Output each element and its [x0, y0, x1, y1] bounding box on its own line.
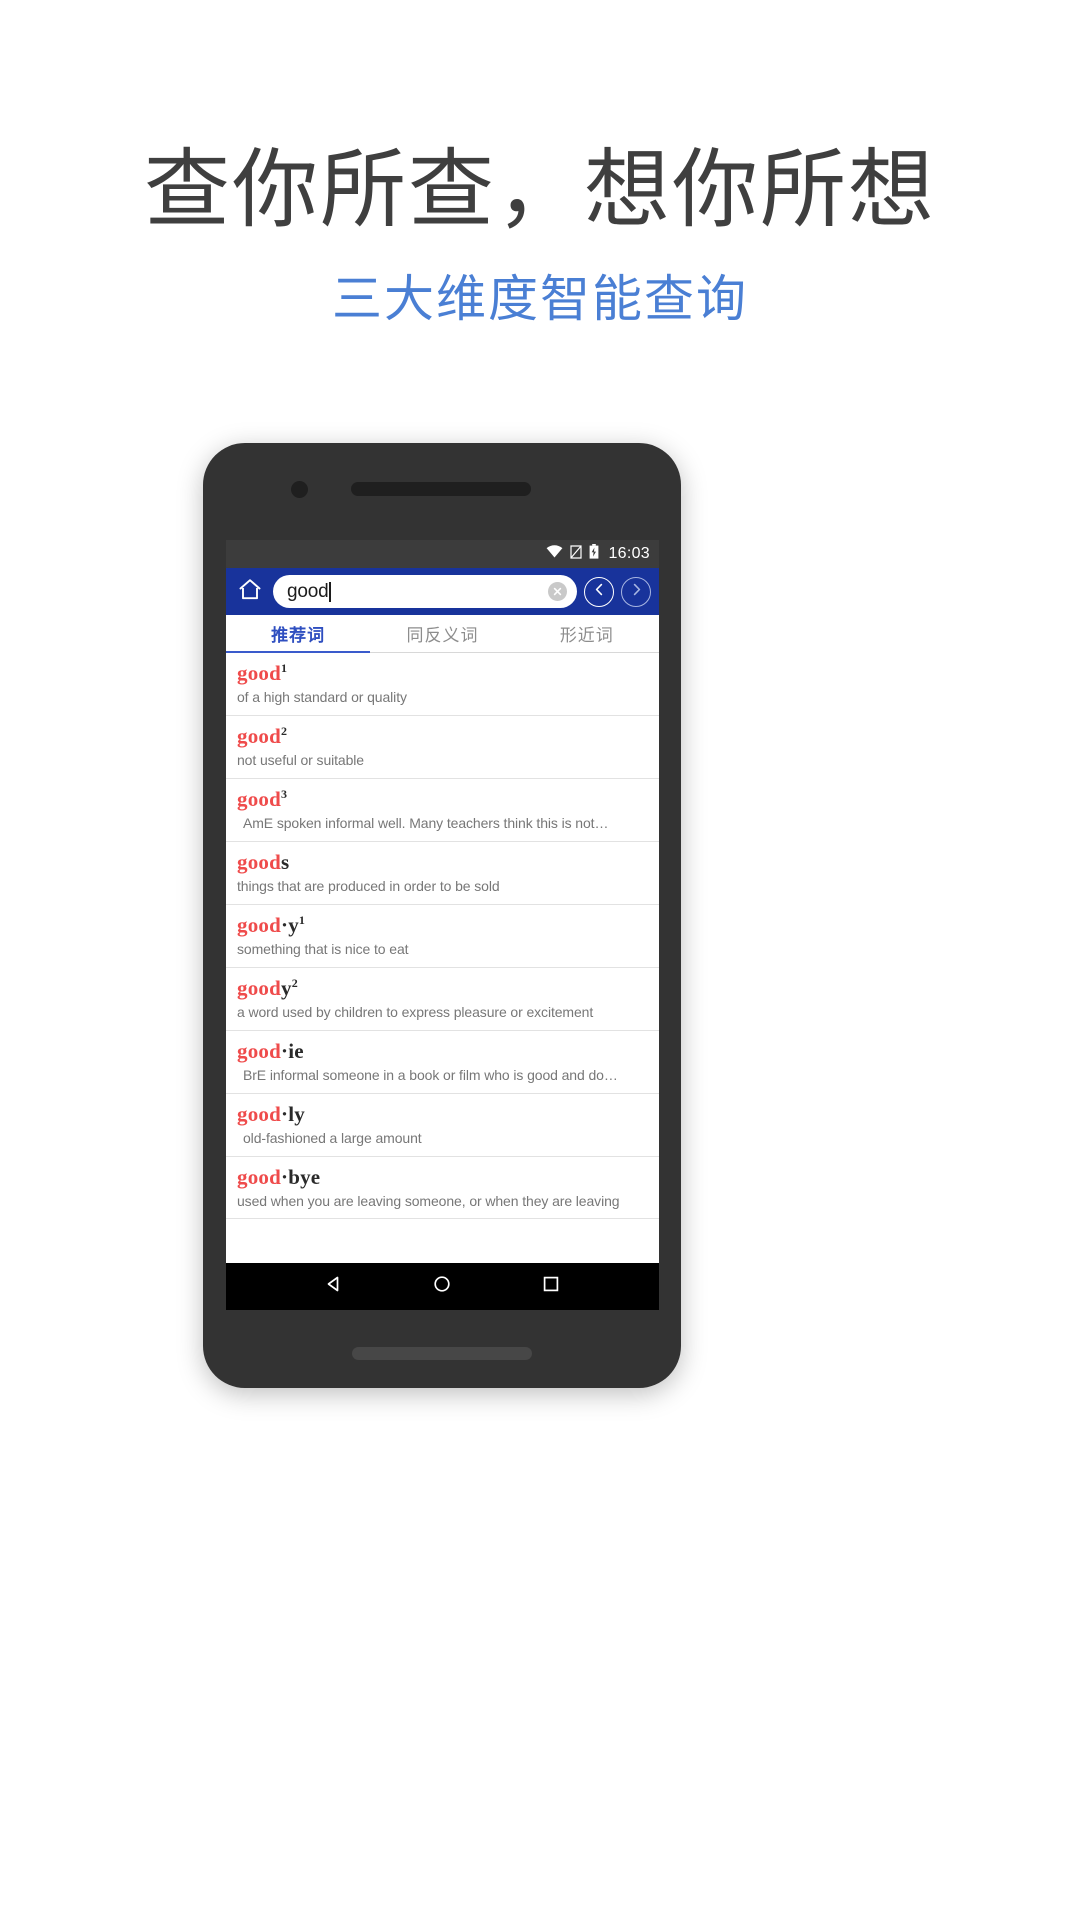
chevron-left-icon — [593, 583, 606, 601]
text-caret — [329, 581, 332, 602]
entry-definition: not useful or suitable — [237, 752, 364, 769]
entry-headword: good·y1 — [237, 913, 648, 937]
entry-definition: something that is nice to eat — [237, 940, 409, 957]
entry-sense-number: 2 — [291, 975, 298, 990]
list-item[interactable]: good3 AmE spoken informal well. Many tea… — [226, 779, 659, 842]
phone-screen: 16:03 good 推荐词 同反义词 形近词 good1 of a high … — [226, 540, 659, 1310]
square-recents-icon[interactable] — [541, 1274, 561, 1299]
triangle-back-icon[interactable] — [324, 1274, 344, 1299]
entry-headword: good·ie — [237, 1039, 648, 1063]
entry-match-prefix: good — [237, 786, 281, 811]
clear-search-button[interactable] — [548, 582, 567, 601]
entry-definition: things that are produced in order to be … — [237, 877, 500, 894]
entry-headword: good1 — [237, 661, 648, 685]
list-item[interactable]: good·bye used when you are leaving someo… — [226, 1157, 659, 1220]
entry-match-prefix: good — [237, 723, 281, 748]
list-item[interactable]: good1 of a high standard or quality — [226, 653, 659, 716]
list-item[interactable]: goods things that are produced in order … — [226, 842, 659, 905]
entry-match-prefix: good — [237, 975, 281, 1000]
phone-mockup: 16:03 good 推荐词 同反义词 形近词 good1 of a high … — [203, 443, 681, 1388]
android-navigation-bar — [226, 1263, 659, 1310]
status-bar: 16:03 — [226, 540, 659, 568]
entry-rest: ·bye — [280, 1164, 321, 1189]
home-button[interactable] — [234, 576, 266, 608]
list-item[interactable]: good·ie BrE informal someone in a book o… — [226, 1031, 659, 1094]
entry-match-prefix: good — [237, 912, 281, 937]
list-item[interactable]: good2 not useful or suitable — [226, 716, 659, 779]
page-headline: 查你所查，想你所想 — [144, 142, 936, 238]
entry-rest: s — [280, 849, 290, 874]
wifi-icon — [546, 545, 563, 563]
front-camera-icon — [291, 481, 308, 498]
circle-home-icon[interactable] — [432, 1274, 452, 1299]
entry-definition: of a high standard or quality — [237, 689, 407, 706]
history-back-button[interactable] — [584, 576, 614, 607]
entry-rest: ·ly — [280, 1101, 305, 1126]
result-tabs: 推荐词 同反义词 形近词 — [226, 615, 659, 653]
close-icon — [553, 587, 562, 596]
phone-chin-bar — [352, 1347, 532, 1360]
entry-rest: y — [280, 975, 292, 1000]
battery-icon — [589, 544, 599, 564]
entry-match-prefix: good — [237, 1101, 281, 1126]
search-input-value: good — [287, 580, 329, 602]
entry-match-prefix: good — [237, 1164, 281, 1189]
entry-headword: good2 — [237, 724, 648, 748]
sim-icon — [570, 544, 583, 564]
entry-sense-number: 2 — [280, 723, 288, 738]
entry-sense-number: 1 — [298, 912, 306, 927]
entry-definition: a word used by children to express pleas… — [237, 1003, 594, 1020]
tab-recommended[interactable]: 推荐词 — [226, 615, 371, 653]
status-bar-clock: 16:03 — [608, 545, 650, 562]
tab-synonyms-antonyms[interactable]: 同反义词 — [370, 615, 514, 652]
entry-headword: goody2 — [237, 976, 648, 1000]
entry-headword: good·ly — [237, 1102, 648, 1126]
entry-definition: AmE spoken informal well. Many teachers … — [243, 815, 609, 832]
entry-headword: good3 — [237, 787, 648, 811]
home-icon — [238, 578, 262, 606]
entry-definition: old-fashioned a large amount — [243, 1129, 422, 1146]
entry-definition: used when you are leaving someone, or wh… — [237, 1192, 620, 1209]
search-bar: good — [226, 568, 659, 615]
history-forward-button[interactable] — [621, 576, 651, 607]
search-input[interactable]: good — [273, 575, 577, 608]
entry-rest: ·ie — [280, 1038, 304, 1063]
entry-match-prefix: good — [237, 1038, 281, 1063]
list-item[interactable]: good·ly old-fashioned a large amount — [226, 1094, 659, 1157]
entry-definition: BrE informal someone in a book or film w… — [243, 1066, 618, 1083]
entry-sense-number: 3 — [280, 786, 288, 801]
promo-page: 查你所查，想你所想 三大维度智能查询 16:03 good 推荐词 同反义词 形… — [0, 0, 1080, 1920]
entry-headword: goods — [237, 850, 648, 874]
entry-match-prefix: good — [237, 849, 281, 874]
earpiece-speaker — [351, 482, 531, 496]
chevron-right-icon — [630, 583, 643, 601]
entry-sense-number: 1 — [280, 661, 288, 675]
entry-headword: good·bye — [237, 1165, 648, 1189]
page-subheadline: 三大维度智能查询 — [332, 271, 748, 327]
entry-match-prefix: good — [237, 661, 281, 685]
result-list: good1 of a high standard or quality good… — [226, 653, 659, 1220]
entry-rest: ·y — [280, 912, 299, 937]
list-item[interactable]: good·y1 something that is nice to eat — [226, 905, 659, 968]
list-item[interactable]: goody2 a word used by children to expres… — [226, 968, 659, 1031]
tab-similar-forms[interactable]: 形近词 — [515, 615, 659, 652]
